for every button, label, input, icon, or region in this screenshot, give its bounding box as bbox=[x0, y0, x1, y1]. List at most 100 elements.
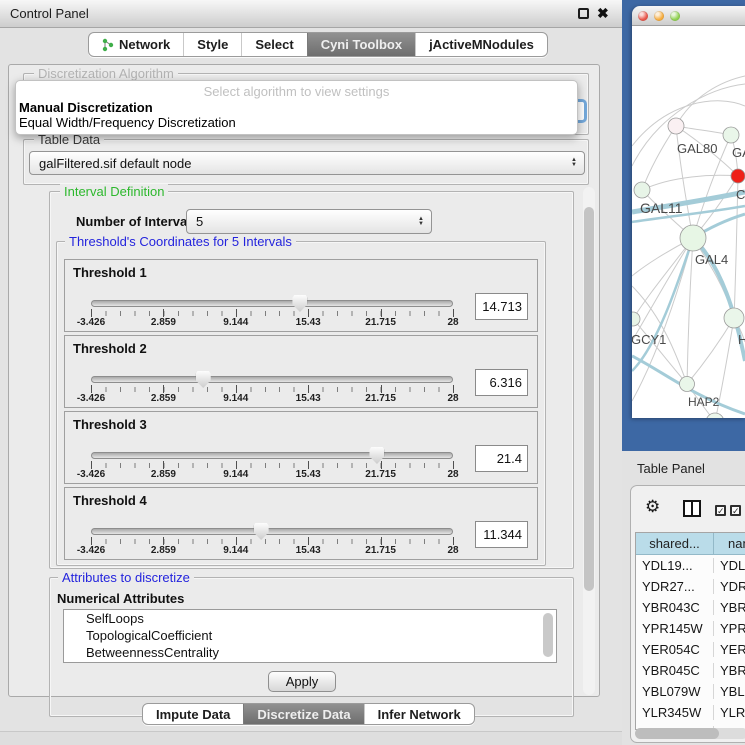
attribute-item-betweennesscentrality[interactable]: BetweennessCentrality bbox=[64, 644, 556, 661]
network-edge[interactable] bbox=[633, 238, 693, 319]
slider-track[interactable] bbox=[91, 452, 453, 459]
select-all-check-icon[interactable]: ✓ bbox=[715, 505, 726, 516]
tab-network[interactable]: Network bbox=[89, 33, 183, 56]
dropdown-hint-item[interactable]: Select algorithm to view settings bbox=[16, 84, 577, 99]
threshold-value-field[interactable]: 14.713 bbox=[475, 293, 528, 320]
slider-track[interactable] bbox=[91, 528, 453, 535]
major-tick bbox=[91, 537, 92, 545]
cell-shared-name[interactable]: YDL19... bbox=[636, 558, 714, 573]
close-icon[interactable]: ✖ bbox=[597, 5, 609, 21]
select-none-check-icon[interactable]: ✓ bbox=[730, 505, 741, 516]
network-node[interactable] bbox=[680, 225, 706, 251]
network-node[interactable] bbox=[634, 182, 650, 198]
network-node[interactable] bbox=[731, 169, 745, 183]
cell-shared-name[interactable]: YPR145W bbox=[636, 621, 714, 636]
tab-discretize-data[interactable]: Discretize Data bbox=[243, 704, 363, 724]
cell-shared-name[interactable]: YBL079W bbox=[636, 684, 714, 699]
table-row[interactable]: YDR27...YDR2 bbox=[636, 576, 745, 597]
network-canvas[interactable]: GAL80GACGAL11GAL4GCY1HHAP2 bbox=[632, 26, 745, 418]
table-data-combobox[interactable]: galFiltered.sif default node ▲▼ bbox=[29, 151, 585, 175]
threshold-value-field[interactable]: 6.316 bbox=[475, 369, 528, 396]
network-node[interactable] bbox=[668, 118, 684, 134]
table-row[interactable]: YBR045CYBR0 bbox=[636, 660, 745, 681]
slider-track[interactable] bbox=[91, 376, 453, 383]
top-tab-bar: NetworkStyleSelectCyni ToolboxjActiveMNo… bbox=[88, 32, 548, 57]
cell-name[interactable]: YDR2 bbox=[714, 579, 745, 594]
tab-jactivemnodules[interactable]: jActiveMNodules bbox=[415, 33, 547, 56]
cell-shared-name[interactable]: YER054C bbox=[636, 642, 714, 657]
scrollbar-thumb[interactable] bbox=[635, 728, 719, 739]
mac-zoom-button[interactable] bbox=[670, 11, 680, 21]
tick-label: 28 bbox=[447, 393, 458, 404]
network-window[interactable]: GAL80GACGAL11GAL4GCY1HHAP2 bbox=[632, 6, 745, 418]
tab-style[interactable]: Style bbox=[183, 33, 241, 56]
cell-name[interactable]: YDL1 bbox=[714, 558, 745, 573]
threshold-label: Threshold 3 bbox=[73, 417, 147, 432]
cell-name[interactable]: YBR0 bbox=[714, 663, 745, 678]
numerical-attributes-list[interactable]: SelfLoopsTopologicalCoefficientBetweenne… bbox=[63, 609, 557, 663]
column-header-name[interactable]: name bbox=[714, 533, 745, 555]
threshold-value-field[interactable]: 11.344 bbox=[475, 521, 528, 548]
split-view-icon[interactable] bbox=[683, 500, 701, 517]
network-edge[interactable] bbox=[642, 175, 738, 190]
cell-shared-name[interactable]: YDR27... bbox=[636, 579, 714, 594]
column-header-shared-name[interactable]: shared... bbox=[636, 533, 714, 555]
cell-shared-name[interactable]: YBR045C bbox=[636, 663, 714, 678]
tick-label: 15.43 bbox=[296, 469, 321, 480]
network-edge-highlighted[interactable] bbox=[632, 238, 693, 371]
slider-ticks bbox=[91, 463, 454, 468]
slider-thumb[interactable] bbox=[369, 447, 384, 464]
dropdown-option-equal-width-frequency[interactable]: Equal Width/Frequency Discretization bbox=[19, 115, 236, 130]
network-edge[interactable] bbox=[687, 318, 734, 384]
table-row[interactable]: YER054CYER0 bbox=[636, 639, 745, 660]
network-edge[interactable] bbox=[693, 238, 734, 318]
threshold-value-field[interactable]: 21.4 bbox=[475, 445, 528, 472]
number-of-intervals-combobox[interactable]: 5 ▲▼ bbox=[186, 209, 432, 234]
major-tick bbox=[308, 309, 309, 317]
node-label-c: C bbox=[736, 187, 745, 202]
tab-infer-network[interactable]: Infer Network bbox=[364, 704, 474, 724]
table-row[interactable]: YLR345WYLR3 bbox=[636, 702, 745, 723]
major-tick bbox=[453, 461, 454, 469]
network-node[interactable] bbox=[632, 312, 640, 326]
attribute-item-selfloops[interactable]: SelfLoops bbox=[64, 610, 556, 627]
slider-track[interactable] bbox=[91, 300, 453, 307]
gear-icon[interactable]: ⚙ bbox=[645, 498, 660, 516]
cell-name[interactable]: YLR3 bbox=[714, 705, 745, 720]
thresholds-legend: Threshold's Coordinates for 5 Intervals bbox=[65, 234, 296, 249]
tab-impute-data[interactable]: Impute Data bbox=[143, 704, 243, 724]
dropdown-option-manual-discretization[interactable]: Manual Discretization bbox=[19, 100, 153, 115]
slider-thumb[interactable] bbox=[292, 295, 307, 312]
list-scrollbar[interactable] bbox=[543, 613, 553, 657]
mac-close-button[interactable] bbox=[638, 11, 648, 21]
network-node[interactable] bbox=[680, 377, 695, 392]
table-row[interactable]: YPR145WYPR1 bbox=[636, 618, 745, 639]
cell-name[interactable]: YBL0 bbox=[714, 684, 745, 699]
slider-thumb[interactable] bbox=[254, 523, 269, 540]
tick-label: -3.426 bbox=[77, 393, 105, 404]
slider-thumb[interactable] bbox=[196, 371, 211, 388]
apply-button[interactable]: Apply bbox=[268, 671, 336, 692]
table-row[interactable]: YBL079WYBL0 bbox=[636, 681, 745, 702]
cell-name[interactable]: YPR1 bbox=[714, 621, 745, 636]
network-node[interactable] bbox=[723, 127, 739, 143]
cell-name[interactable]: YER0 bbox=[714, 642, 745, 657]
network-window-titlebar[interactable] bbox=[632, 6, 745, 26]
mac-minimize-button[interactable] bbox=[654, 11, 664, 21]
table-horizontal-scrollbar[interactable] bbox=[635, 728, 745, 739]
network-edge[interactable] bbox=[632, 238, 693, 341]
attribute-item-topologicalcoefficient[interactable]: TopologicalCoefficient bbox=[64, 627, 556, 644]
network-edge[interactable] bbox=[687, 238, 693, 384]
table-row[interactable]: YDL19...YDL1 bbox=[636, 555, 745, 576]
network-node[interactable] bbox=[724, 308, 744, 328]
number-of-intervals-value: 5 bbox=[196, 214, 203, 229]
table-row[interactable]: YBR043CYBR0 bbox=[636, 597, 745, 618]
tab-cyni-toolbox[interactable]: Cyni Toolbox bbox=[307, 33, 415, 56]
cell-name[interactable]: YBR0 bbox=[714, 600, 745, 615]
tab-select[interactable]: Select bbox=[241, 33, 306, 56]
scrollbar-thumb[interactable] bbox=[584, 207, 594, 591]
float-window-icon[interactable] bbox=[578, 8, 589, 19]
cell-shared-name[interactable]: YBR043C bbox=[636, 600, 714, 615]
panel-vertical-scrollbar[interactable] bbox=[583, 187, 595, 695]
cell-shared-name[interactable]: YLR345W bbox=[636, 705, 714, 720]
